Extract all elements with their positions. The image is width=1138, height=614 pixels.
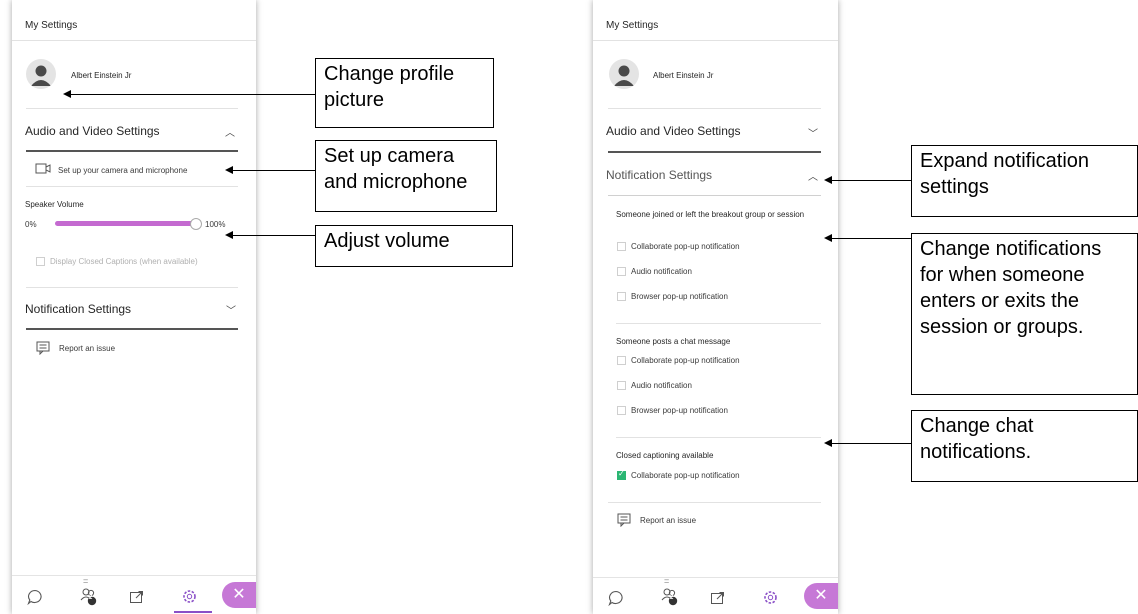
callout-expand-notification: Expand notification settings [911, 145, 1138, 217]
join-browser-popup-label: Browser pop-up notification [631, 292, 728, 301]
panel-title: My Settings [25, 20, 78, 31]
arrow-head-icon [225, 166, 233, 174]
callout-arrow [832, 180, 911, 181]
drag-handle-icon[interactable]: = [83, 576, 88, 586]
share-content-icon[interactable] [710, 590, 726, 606]
report-issue-link[interactable]: Report an issue [640, 516, 696, 525]
user-name: Albert Einstein Jr [71, 71, 132, 80]
divider [608, 502, 821, 503]
user-silhouette-icon [614, 65, 634, 86]
close-panel-button[interactable]: ✕ [804, 583, 838, 609]
chat-icon[interactable] [27, 589, 43, 605]
divider [593, 40, 838, 41]
divider [608, 108, 821, 109]
arrow-head-icon [824, 439, 832, 447]
settings-icon[interactable] [181, 588, 198, 605]
bottom-toolbar: = 2 ✕ [12, 575, 256, 614]
divider [616, 437, 821, 438]
divider [12, 40, 256, 41]
arrow-head-icon [824, 234, 832, 242]
close-panel-button[interactable]: ✕ [222, 582, 256, 608]
camera-icon [35, 163, 51, 174]
camera-setup-button[interactable]: Set up your camera and microphone [58, 166, 187, 175]
speaker-volume-label: Speaker Volume [25, 200, 84, 209]
chevron-down-icon[interactable]: ﹀ [226, 302, 236, 317]
notification-settings-header[interactable]: Notification Settings [25, 302, 131, 316]
section-underline [608, 151, 821, 153]
closed-captions-label: Display Closed Captions (when available) [50, 257, 198, 266]
panel-title: My Settings [606, 20, 659, 31]
chat-audio-label: Audio notification [631, 381, 692, 390]
divider [26, 287, 238, 288]
join-audio-checkbox[interactable] [617, 267, 626, 276]
callout-arrow [71, 94, 315, 95]
avatar[interactable] [609, 59, 639, 89]
participants-badge: 2 [89, 595, 93, 601]
audio-video-settings-header[interactable]: Audio and Video Settings [606, 124, 741, 138]
volume-max-label: 100% [205, 220, 226, 229]
avatar[interactable] [26, 59, 56, 89]
chat-browser-popup-label: Browser pop-up notification [631, 406, 728, 415]
audio-video-settings-header[interactable]: Audio and Video Settings [25, 124, 160, 138]
callout-arrow [832, 238, 911, 239]
notification-settings-header[interactable]: Notification Settings [606, 168, 712, 182]
divider [608, 195, 821, 196]
closed-captions-checkbox[interactable] [36, 257, 45, 266]
share-content-icon[interactable] [129, 589, 145, 605]
bottom-toolbar: = 2 ✕ [593, 576, 838, 614]
arrow-head-icon [63, 90, 71, 98]
chat-audio-checkbox[interactable] [617, 381, 626, 390]
callout-arrow [233, 170, 315, 171]
captions-collaborate-popup-checkbox[interactable] [617, 469, 626, 480]
chevron-up-icon[interactable]: ︿ [225, 124, 235, 139]
callout-set-up-camera: Set up camera and microphone [315, 140, 497, 212]
close-icon: ✕ [814, 587, 828, 604]
chevron-down-icon[interactable]: ﹀ [808, 125, 818, 140]
captions-collaborate-popup-label: Collaborate pop-up notification [631, 471, 740, 480]
group-chat-heading: Someone posts a chat message [616, 337, 731, 346]
join-collaborate-popup-label: Collaborate pop-up notification [631, 242, 740, 251]
divider [616, 323, 821, 324]
settings-panel-left: My Settings Albert Einstein Jr Audio and… [12, 0, 256, 614]
callout-change-profile-picture: Change profile picture [315, 58, 494, 128]
join-audio-label: Audio notification [631, 267, 692, 276]
chat-collaborate-popup-label: Collaborate pop-up notification [631, 356, 740, 365]
arrow-head-icon [225, 231, 233, 239]
divider [26, 186, 238, 187]
close-icon: ✕ [232, 586, 246, 603]
group-captions-heading: Closed captioning available [616, 451, 714, 460]
volume-slider-fill[interactable] [55, 221, 195, 226]
chat-icon[interactable] [608, 590, 624, 606]
report-issue-icon [617, 513, 631, 527]
chat-collaborate-popup-checkbox[interactable] [617, 356, 626, 365]
settings-panel-right: My Settings Albert Einstein Jr Audio and… [593, 0, 838, 614]
report-issue-icon [36, 341, 50, 355]
user-name: Albert Einstein Jr [653, 71, 714, 80]
group-join-heading: Someone joined or left the breakout grou… [616, 210, 805, 219]
participants-badge: 2 [670, 595, 674, 601]
callout-arrow [832, 443, 911, 444]
user-silhouette-icon [31, 65, 51, 86]
arrow-head-icon [824, 176, 832, 184]
join-collaborate-popup-checkbox[interactable] [617, 242, 626, 251]
active-tab-indicator [174, 611, 212, 613]
divider [26, 108, 238, 109]
callout-change-chat: Change chat notifications. [911, 410, 1138, 482]
volume-slider-handle[interactable] [190, 218, 202, 230]
callout-change-enter-exit: Change notifications for when someone en… [911, 233, 1138, 395]
chevron-up-icon[interactable]: ︿ [808, 168, 818, 183]
join-browser-popup-checkbox[interactable] [617, 292, 626, 301]
chat-browser-popup-checkbox[interactable] [617, 406, 626, 415]
volume-min-label: 0% [25, 220, 37, 229]
section-underline [26, 328, 238, 330]
report-issue-link[interactable]: Report an issue [59, 344, 115, 353]
callout-adjust-volume: Adjust volume [315, 225, 513, 267]
section-underline [26, 150, 238, 152]
settings-icon[interactable] [762, 589, 779, 606]
drag-handle-icon[interactable]: = [664, 576, 669, 586]
callout-arrow [233, 235, 315, 236]
